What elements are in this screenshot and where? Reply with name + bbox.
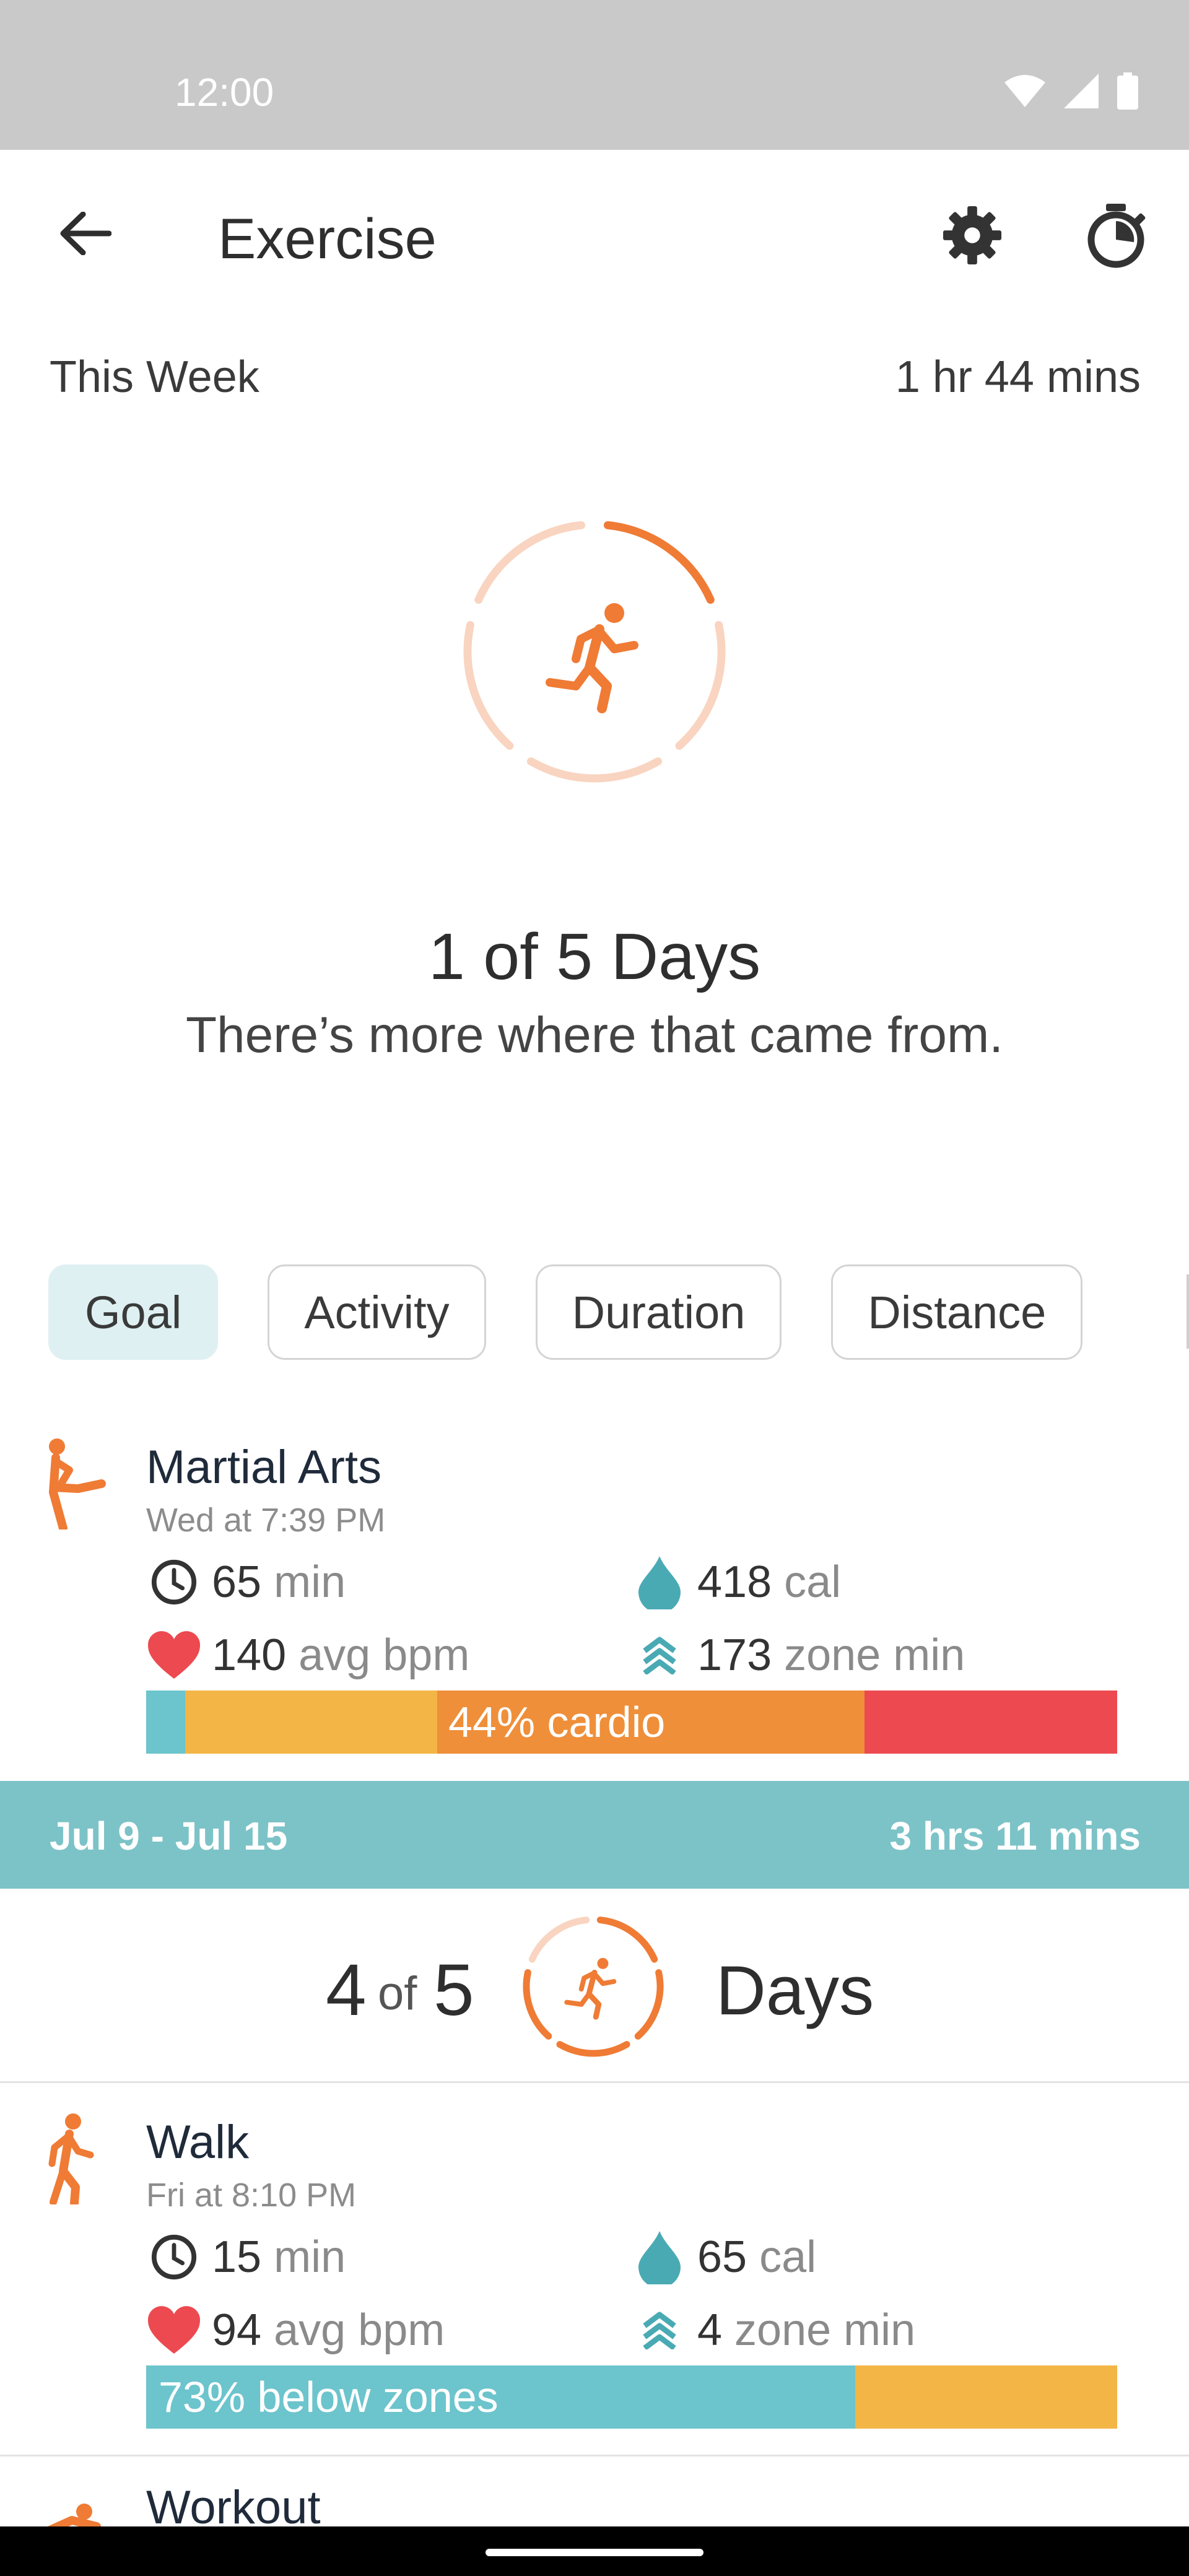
top-app-bar: Exercise bbox=[0, 150, 1189, 318]
chip-duration[interactable]: Duration bbox=[535, 1264, 782, 1360]
water-drop-icon bbox=[638, 1556, 681, 1609]
martial-arts-icon bbox=[49, 1438, 106, 1530]
running-person-icon bbox=[546, 603, 638, 713]
status-time: 12:00 bbox=[175, 70, 274, 115]
walk-icon bbox=[48, 2113, 94, 2204]
ring-segment bbox=[634, 1969, 664, 2040]
week-range: Jul 9 - Jul 15 bbox=[50, 1814, 288, 1858]
week-of-label: of bbox=[378, 1967, 417, 2020]
status-bar: 12:00 bbox=[0, 0, 1189, 150]
system-navigation-bar bbox=[0, 2526, 1189, 2576]
zone-minutes-stat: 4 zone min bbox=[632, 2302, 915, 2358]
page-title: Exercise bbox=[218, 207, 437, 271]
zone-segment bbox=[855, 2365, 1117, 2429]
encouragement-text: There’s more where that came from. bbox=[185, 1007, 1004, 1063]
week-days-count: 4 bbox=[326, 1949, 367, 2031]
arrow-back-icon bbox=[60, 212, 111, 255]
exercise-entry-workout[interactable]: Workout bbox=[0, 2479, 1189, 2526]
week-days-label: Days bbox=[716, 1952, 874, 2029]
zone-segment bbox=[185, 1690, 438, 1754]
status-icons bbox=[1004, 69, 1138, 113]
ring-segment bbox=[527, 757, 662, 783]
zone-summary-label: 73% below zones bbox=[159, 2373, 499, 2421]
exercise-time: Wed at 7:39 PM bbox=[146, 1502, 386, 1539]
this-week-label: This Week bbox=[50, 352, 259, 402]
calories-stat: 418 cal bbox=[632, 1554, 841, 1610]
wifi-icon bbox=[1004, 75, 1045, 107]
clock-icon bbox=[151, 2234, 197, 2280]
clock-icon bbox=[151, 1559, 197, 1605]
ring-segment bbox=[528, 1917, 590, 1963]
heart-icon bbox=[147, 1631, 201, 1679]
filter-chips: Goal Activity Duration Distance bbox=[48, 1264, 1083, 1360]
heart-rate-stat: 140 avg bpm bbox=[146, 1627, 469, 1683]
list-divider bbox=[0, 2455, 1189, 2456]
week-progress-ring bbox=[523, 1917, 664, 2057]
back-button[interactable] bbox=[51, 199, 119, 268]
days-progress-headline: 1 of 5 Days bbox=[428, 920, 761, 993]
home-gesture-handle[interactable] bbox=[486, 2549, 703, 2556]
gear-icon bbox=[943, 206, 1002, 265]
week-goal-summary: 4 of 5 Days bbox=[0, 1889, 1189, 2083]
exercise-title: Workout bbox=[146, 2481, 321, 2526]
zone-chevrons-icon bbox=[643, 1637, 676, 1674]
exercise-entry-martial-arts[interactable]: Martial Arts Wed at 7:39 PM 65 min 418 cal… bbox=[0, 1432, 1189, 1766]
chip-overflow-edge bbox=[1187, 1274, 1189, 1349]
water-drop-icon bbox=[638, 2231, 681, 2284]
week-days-goal: 5 bbox=[433, 1949, 474, 2031]
chip-activity[interactable]: Activity bbox=[268, 1264, 486, 1360]
exercise-entry-walk[interactable]: Walk Fri at 8:10 PM 15 min 65 cal 94 avg bp… bbox=[0, 2107, 1189, 2441]
settings-button[interactable] bbox=[935, 198, 1009, 272]
zone-summary-label: 44% cardio bbox=[448, 1698, 666, 1746]
chip-goal[interactable]: Goal bbox=[48, 1264, 219, 1360]
this-week-total: 1 hr 44 mins bbox=[895, 352, 1141, 402]
heart-rate-stat: 94 avg bpm bbox=[146, 2302, 445, 2358]
week-total-duration: 3 hrs 11 mins bbox=[889, 1814, 1141, 1858]
zone-chevrons-icon bbox=[643, 2312, 676, 2349]
ring-segment bbox=[523, 1969, 552, 2040]
goal-progress-ring bbox=[463, 521, 726, 783]
workout-icon bbox=[47, 2504, 101, 2526]
exercise-time: Fri at 8:10 PM bbox=[146, 2177, 357, 2214]
exercise-timer-button[interactable] bbox=[1079, 198, 1153, 272]
week-header-band[interactable]: Jul 9 - Jul 15 3 hrs 11 mins bbox=[0, 1781, 1189, 1889]
calories-stat: 65 cal bbox=[632, 2229, 816, 2285]
running-person-icon bbox=[564, 1957, 617, 2020]
ring-segment bbox=[675, 620, 726, 750]
ring-segment bbox=[603, 521, 715, 604]
ring-segment bbox=[474, 521, 586, 604]
zone-segment bbox=[146, 1690, 185, 1754]
ring-segment bbox=[596, 1917, 658, 1963]
stopwatch-icon bbox=[1087, 204, 1146, 268]
ring-segment bbox=[463, 620, 514, 750]
battery-icon bbox=[1117, 72, 1138, 110]
zone-segment bbox=[865, 1690, 1117, 1754]
duration-stat: 65 min bbox=[146, 1554, 346, 1610]
zone-minutes-stat: 173 zone min bbox=[632, 1627, 965, 1683]
heart-icon bbox=[147, 2306, 201, 2354]
cellular-signal-icon bbox=[1064, 74, 1099, 108]
exercise-title: Walk bbox=[146, 2116, 250, 2169]
chip-distance[interactable]: Distance bbox=[831, 1264, 1083, 1360]
duration-stat: 15 min bbox=[146, 2229, 346, 2285]
exercise-title: Martial Arts bbox=[146, 1441, 382, 1494]
ring-segment bbox=[556, 2041, 630, 2057]
